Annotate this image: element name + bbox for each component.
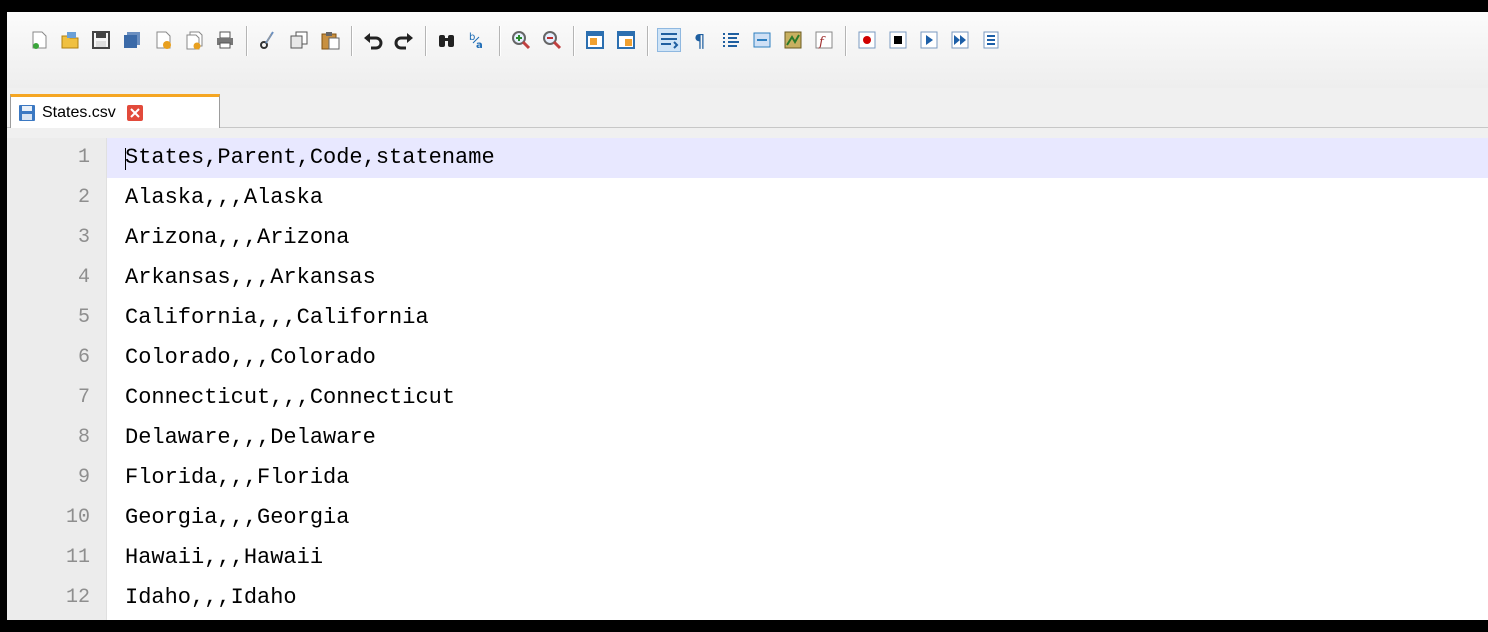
show-all-characters-icon[interactable]: ¶ (688, 28, 712, 52)
toolbar-separator (845, 26, 847, 56)
line-number: 2 (77, 186, 90, 209)
line-number: 12 (65, 586, 90, 609)
cut-icon[interactable] (256, 28, 280, 52)
open-file-icon[interactable] (58, 28, 82, 52)
code-line[interactable]: Florida,,,Florida (107, 458, 1488, 498)
sync-horizontal-icon[interactable] (614, 28, 638, 52)
svg-text:a: a (476, 40, 483, 51)
line-number: 5 (77, 306, 90, 329)
code-line[interactable]: Georgia,,,Georgia (107, 498, 1488, 538)
toolbar-separator (351, 26, 353, 56)
user-language-icon[interactable] (750, 28, 774, 52)
find-icon[interactable] (435, 28, 459, 52)
toolbar-separator (425, 26, 427, 56)
indent-guide-icon[interactable] (719, 28, 743, 52)
line-number: 1 (77, 146, 90, 169)
stop-recording-icon[interactable] (886, 28, 910, 52)
tab-close-icon[interactable] (126, 104, 144, 122)
current-code-line[interactable]: States,Parent,Code,statename (107, 138, 1488, 178)
code-line[interactable]: Arkansas,,,Arkansas (107, 258, 1488, 298)
line-number: 3 (77, 226, 90, 249)
save-all-icon[interactable] (120, 28, 144, 52)
tab-states-csv[interactable]: States.csv (10, 94, 220, 128)
toolbar-separator (573, 26, 575, 56)
toolbar-separator (647, 26, 649, 56)
line-number: 11 (65, 546, 90, 569)
code-line[interactable]: California,,,California (107, 298, 1488, 338)
line-number: 6 (77, 346, 90, 369)
print-icon[interactable] (213, 28, 237, 52)
tab-bar: States.csv (7, 88, 1488, 128)
undo-icon[interactable] (361, 28, 385, 52)
code-line[interactable]: Delaware,,,Delaware (107, 418, 1488, 458)
code-line[interactable]: Hawaii,,,Hawaii (107, 538, 1488, 578)
line-number: 4 (77, 266, 90, 289)
redo-icon[interactable] (392, 28, 416, 52)
close-icon[interactable] (151, 28, 175, 52)
code-line[interactable]: Idaho,,,Idaho (107, 578, 1488, 618)
close-all-icon[interactable] (182, 28, 206, 52)
code-line[interactable]: Alaska,,,Alaska (107, 178, 1488, 218)
toolbar-separator (499, 26, 501, 56)
editor-area[interactable]: 1 2 3 4 5 6 7 8 9 10 11 12 States,Parent,Code,state… (7, 138, 1488, 620)
zoom-out-icon[interactable] (540, 28, 564, 52)
line-number: 10 (65, 506, 90, 529)
notepad-window: b a ¶ f States.csv 1 2 3 4 5 6 7 8 9 10 11 12 States,P… (7, 12, 1488, 620)
line-number: 9 (77, 466, 90, 489)
run-multiple-macro-icon[interactable] (948, 28, 972, 52)
paste-icon[interactable] (318, 28, 342, 52)
toolbar: b a ¶ f (7, 12, 1488, 88)
tab-label: States.csv (42, 103, 116, 121)
code-line[interactable]: Connecticut,,,Connecticut (107, 378, 1488, 418)
save-icon[interactable] (89, 28, 113, 52)
line-number-gutter: 1 2 3 4 5 6 7 8 9 10 11 12 (7, 138, 107, 620)
text-cursor (125, 148, 126, 170)
line-number: 8 (77, 426, 90, 449)
svg-text:¶: ¶ (694, 31, 705, 51)
zoom-in-icon[interactable] (509, 28, 533, 52)
code-line[interactable]: Colorado,,,Colorado (107, 338, 1488, 378)
playback-icon[interactable] (917, 28, 941, 52)
replace-icon[interactable]: ba (466, 28, 490, 52)
save-macro-icon[interactable] (979, 28, 1003, 52)
document-map-icon[interactable] (781, 28, 805, 52)
new-file-icon[interactable] (27, 28, 51, 52)
function-list-icon[interactable]: f (812, 28, 836, 52)
start-recording-icon[interactable] (855, 28, 879, 52)
toolbar-separator (246, 26, 248, 56)
code-line[interactable]: Arizona,,,Arizona (107, 218, 1488, 258)
copy-icon[interactable] (287, 28, 311, 52)
saved-file-icon (18, 104, 36, 122)
sync-vertical-icon[interactable] (583, 28, 607, 52)
word-wrap-icon[interactable] (657, 28, 681, 52)
line-number: 7 (77, 386, 90, 409)
